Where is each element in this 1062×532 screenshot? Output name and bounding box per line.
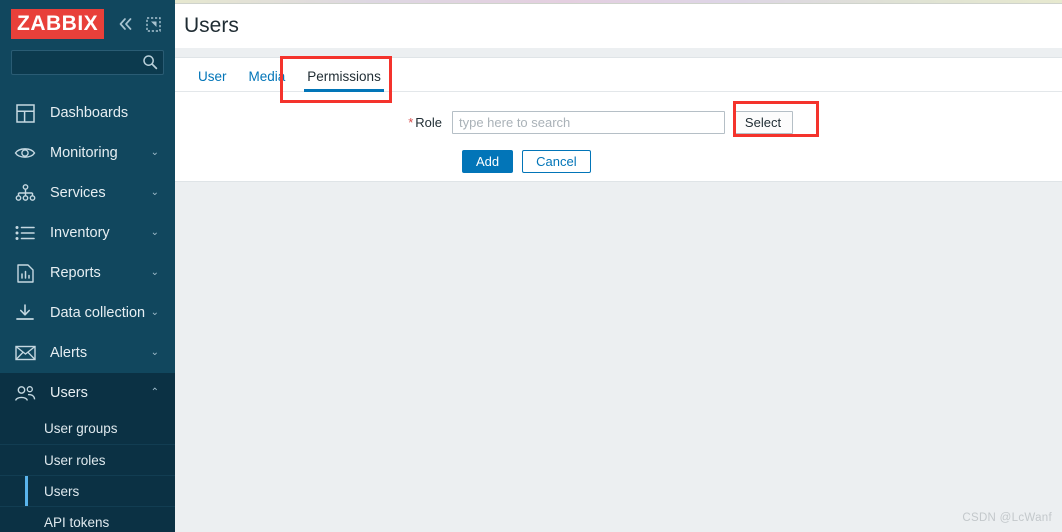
- sidebar-subitem-label: User roles: [44, 452, 106, 468]
- list-icon: [14, 222, 36, 244]
- eye-icon: [14, 142, 36, 164]
- chevron-up-icon: ⌃: [150, 387, 159, 398]
- sidebar-subitem-label: User groups: [44, 421, 118, 436]
- sidebar-item-data-collection[interactable]: Data collection ⌄: [0, 293, 175, 333]
- zabbix-logo[interactable]: ZABBIX: [11, 9, 105, 39]
- sidebar-header: ZABBIX: [0, 0, 175, 48]
- sidebar-subitem-user-roles[interactable]: User roles: [0, 444, 175, 475]
- sidebar-search: [11, 50, 165, 75]
- sidebar-item-reports[interactable]: Reports ⌄: [0, 253, 175, 293]
- chevron-down-icon: ⌄: [150, 187, 159, 198]
- page-header: Users: [175, 4, 1062, 48]
- chevron-down-icon: ⌄: [150, 227, 159, 238]
- sidebar-item-label: Reports: [50, 265, 101, 281]
- sidebar-item-users[interactable]: Users ⌃: [0, 373, 175, 413]
- chevron-down-icon: ⌄: [150, 267, 159, 278]
- sidebar-item-label: Data collection: [50, 305, 146, 321]
- sidebar-subitem-user-groups[interactable]: User groups: [0, 413, 175, 444]
- sidebar-subitem-api-tokens[interactable]: API tokens: [0, 506, 175, 532]
- sidebar-item-label: Services: [50, 185, 106, 201]
- chevron-down-icon: ⌄: [150, 307, 159, 318]
- sidebar-item-label: Monitoring: [50, 145, 118, 161]
- sidebar-item-dashboards[interactable]: Dashboards: [0, 93, 175, 133]
- users-icon: [14, 382, 36, 404]
- sidebar-item-label: Alerts: [50, 345, 88, 361]
- role-field-label: * Role: [187, 115, 452, 130]
- sidebar-item-services[interactable]: Services ⌄: [0, 173, 175, 213]
- sidebar: ZABBIX Dashboards Monitoring ⌄ Services …: [0, 0, 175, 532]
- zabbix-app-window: ZABBIX Dashboards Monitoring ⌄ Services …: [0, 0, 1062, 532]
- sidebar-subitem-label: Users: [44, 483, 80, 499]
- sidebar-item-label: Inventory: [50, 225, 110, 241]
- add-button[interactable]: Add: [462, 150, 514, 173]
- envelope-icon: [14, 342, 36, 364]
- sidebar-item-label: Users: [50, 385, 88, 401]
- form-tabs: User Media Permissions: [175, 58, 1062, 92]
- sidebar-subitem-label: API tokens: [44, 514, 110, 530]
- sidebar-item-label: Dashboards: [50, 105, 129, 121]
- sidebar-item-alerts[interactable]: Alerts ⌄: [0, 333, 175, 373]
- sidebar-header-icons: [117, 15, 165, 33]
- sidebar-nav: Dashboards Monitoring ⌄ Services ⌄ Inven…: [0, 93, 175, 532]
- role-input-placeholder: type here to search: [459, 115, 571, 130]
- select-button[interactable]: Select: [733, 111, 793, 134]
- tab-label: Permissions: [307, 68, 381, 84]
- download-icon: [14, 302, 36, 324]
- kiosk-mode-icon[interactable]: [144, 15, 162, 33]
- role-label-text: Role: [415, 115, 442, 130]
- sidebar-item-inventory[interactable]: Inventory ⌄: [0, 213, 175, 253]
- tab-label: User: [198, 68, 227, 84]
- page-title: Users: [184, 14, 239, 37]
- header-gap: [175, 48, 1062, 57]
- chevron-down-icon: ⌄: [150, 347, 159, 358]
- main-content: Users User Media Permissions * Role type…: [175, 0, 1062, 532]
- required-marker: *: [408, 115, 414, 130]
- tab-media[interactable]: Media: [238, 68, 297, 92]
- tab-user[interactable]: User: [187, 68, 238, 92]
- tab-permissions[interactable]: Permissions: [296, 68, 392, 92]
- search-icon[interactable]: [142, 54, 158, 75]
- sitemap-icon: [14, 182, 36, 204]
- dashboard-grid-icon: [14, 102, 36, 124]
- sidebar-submenu-users: User groups User roles Users API tokens: [0, 413, 175, 532]
- cancel-button[interactable]: Cancel: [522, 150, 591, 173]
- role-input[interactable]: type here to search: [452, 111, 725, 134]
- sidebar-item-monitoring[interactable]: Monitoring ⌄: [0, 133, 175, 173]
- double-chevron-left-icon[interactable]: [117, 15, 135, 33]
- form-actions-inner: Add Cancel: [462, 150, 591, 173]
- report-bars-icon: [14, 262, 36, 284]
- watermark: CSDN @LcWanf: [962, 512, 1052, 524]
- chevron-down-icon: ⌄: [150, 147, 159, 158]
- tab-label: Media: [248, 68, 286, 84]
- role-form-row: * Role type here to search Select: [175, 111, 1062, 134]
- sidebar-subitem-users[interactable]: Users: [0, 475, 175, 506]
- user-form-panel: User Media Permissions * Role type here t…: [175, 57, 1062, 182]
- form-actions: Add Cancel: [175, 150, 1062, 173]
